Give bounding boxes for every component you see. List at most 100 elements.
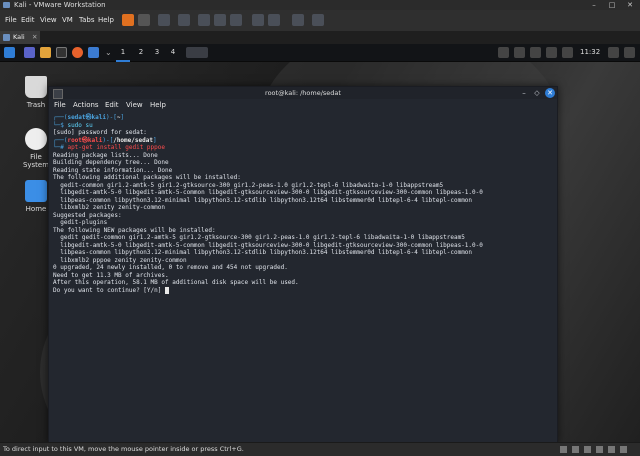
terminal-title: root@kali: /home/sedat [265,89,341,97]
terminal-maximize-icon[interactable]: ◇ [532,88,542,98]
continue-question: Do you want to continue? [Y/n] [53,286,165,294]
menu-edit[interactable]: Edit [21,10,35,31]
text-editor-icon[interactable] [88,47,99,58]
terminal-icon[interactable] [56,47,67,58]
file-manager-icon[interactable] [40,47,51,58]
window-title: Kali - VMware Workstation [14,1,106,9]
hard-disk-status-icon[interactable] [560,446,567,453]
fullscreen-icon[interactable] [252,14,264,26]
terminal-window[interactable]: root@kali: /home/sedat – ◇ ✕ File Action… [48,86,558,444]
terminal-close-icon[interactable]: ✕ [545,88,555,98]
workspace-3[interactable]: 3 [150,45,164,60]
workspace-4[interactable]: 4 [166,45,180,60]
kali-menu-icon[interactable] [4,47,15,58]
output-line: The following NEW packages will be insta… [53,226,216,234]
close-icon[interactable]: ✕ [621,0,639,10]
display-status-icon[interactable] [620,446,627,453]
power-icon[interactable] [624,47,635,58]
cdrom-status-icon[interactable] [572,446,579,453]
menu-help[interactable]: Help [98,10,114,31]
maximize-icon[interactable]: □ [603,0,621,10]
output-line: Suggested packages: [53,211,122,219]
menu-file[interactable]: File [5,10,17,31]
output-line: [sudo] password for sedat: [53,129,147,136]
snapshot-icon[interactable] [198,14,210,26]
home-folder-icon [25,180,47,202]
workspace-2[interactable]: 2 [134,45,148,60]
stretch-guest-icon[interactable] [312,14,324,26]
output-line: libxmlb2 zenity zenity-common [53,204,165,211]
vm-tab-kali[interactable]: Kali ✕ [0,31,40,44]
show-desktop-icon[interactable] [24,47,35,58]
prompt-user: sedat㉿kali [67,114,106,121]
command-text: sudo su [67,121,93,129]
terminal-menu-edit[interactable]: Edit [105,99,119,112]
close-tab-icon[interactable]: ✕ [32,31,37,44]
taskbar-terminal-task[interactable] [186,47,208,58]
suspend-vm-icon[interactable] [122,14,134,26]
kali-top-panel: ⌄ 1 2 3 4 11:32 [0,44,640,62]
library-icon[interactable] [178,14,190,26]
console-view-icon[interactable] [292,14,304,26]
output-line: gedit gedit-common gir1.2-amtk-5 gir1.2-… [53,234,465,241]
prompt-dir: /home/sedat [113,136,153,144]
text-cursor [164,286,169,294]
lock-screen-icon[interactable] [608,47,619,58]
terminal-minimize-icon[interactable]: – [519,88,529,98]
menu-vm[interactable]: VM [62,10,73,31]
output-line: gedit-plugins [53,219,108,226]
screen-icon[interactable] [498,47,509,58]
usb-status-icon[interactable] [596,446,603,453]
command-line: └─$ sudo su [53,121,93,129]
unity-icon[interactable] [268,14,280,26]
panel-chevron-icon[interactable]: ⌄ [105,47,112,58]
output-line: Reading package lists... Done [53,151,158,159]
desktop-icon-label: Home [25,205,47,213]
firefox-icon[interactable] [72,47,83,58]
output-line: libgedit-amtk-5-0 libgedit-amtk-5-common… [53,189,483,196]
desktop-icon-label: Trash [26,101,46,109]
terminal-menu-file[interactable]: File [54,99,66,112]
notifications-icon[interactable] [546,47,557,58]
terminal-menu-view[interactable]: View [126,99,143,112]
hard-drive-icon [25,128,47,150]
battery-icon[interactable] [562,47,573,58]
terminal-menu-help[interactable]: Help [150,99,166,112]
workspace-1[interactable]: 1 [116,45,130,62]
vmware-statusbar: To direct input to this VM, move the mou… [0,442,640,456]
sound-status-icon[interactable] [608,446,615,453]
menu-tabs[interactable]: Tabs [79,10,95,31]
network-status-icon[interactable] [584,446,591,453]
terminal-titlebar[interactable]: root@kali: /home/sedat – ◇ ✕ [49,87,557,99]
vm-tabbar [0,31,640,44]
terminal-output[interactable]: ┌──(sedat㉿kali)-[~] └─$ sudo su [sudo] pas… [53,114,553,434]
output-line: libpeas-common libpython3.12-minimal lib… [53,249,473,256]
panel-clock[interactable]: 11:32 [580,46,600,59]
output-line: libpeas-common libpython3.12-minimal lib… [53,196,473,204]
command-line: └─# apt-get install gedit pppoe [53,144,165,151]
menu-view[interactable]: View [40,10,57,31]
prompt-line: ┌──(root㉿kali)-[/home/sedat] [53,136,157,144]
revert-snapshot-icon[interactable] [214,14,226,26]
terminal-menubar: File Actions Edit View Help [49,99,557,112]
output-line: 0 upgraded, 24 newly installed, 0 to rem… [53,264,288,271]
output-line: Reading state information... Done [53,166,173,174]
volume-icon[interactable] [530,47,541,58]
network-icon[interactable] [514,47,525,58]
power-dropdown-icon[interactable] [138,14,150,26]
output-line: The following additional packages will b… [53,174,241,181]
output-line: After this operation, 58.1 MB of additio… [53,279,299,286]
prompt-line: ┌──(sedat㉿kali)-[~] [53,114,125,121]
minimize-icon[interactable]: – [585,0,603,10]
send-keys-icon[interactable] [158,14,170,26]
output-line: Building dependency tree... Done [53,159,169,166]
output-line: gedit-common gir1.2-amtk-5 gir1.2-gtksou… [53,181,444,189]
command-text: apt-get install gedit pppoe [67,144,165,151]
prompt-user: root㉿kali [67,136,103,144]
terminal-menu-actions[interactable]: Actions [73,99,99,112]
vmware-logo-icon [3,2,10,8]
desktop-icon-label: File System [22,153,50,169]
trash-icon [25,76,47,98]
manage-snapshots-icon[interactable] [230,14,242,26]
output-line: libgedit-amtk-5-0 libgedit-amtk-5-common… [53,241,483,249]
